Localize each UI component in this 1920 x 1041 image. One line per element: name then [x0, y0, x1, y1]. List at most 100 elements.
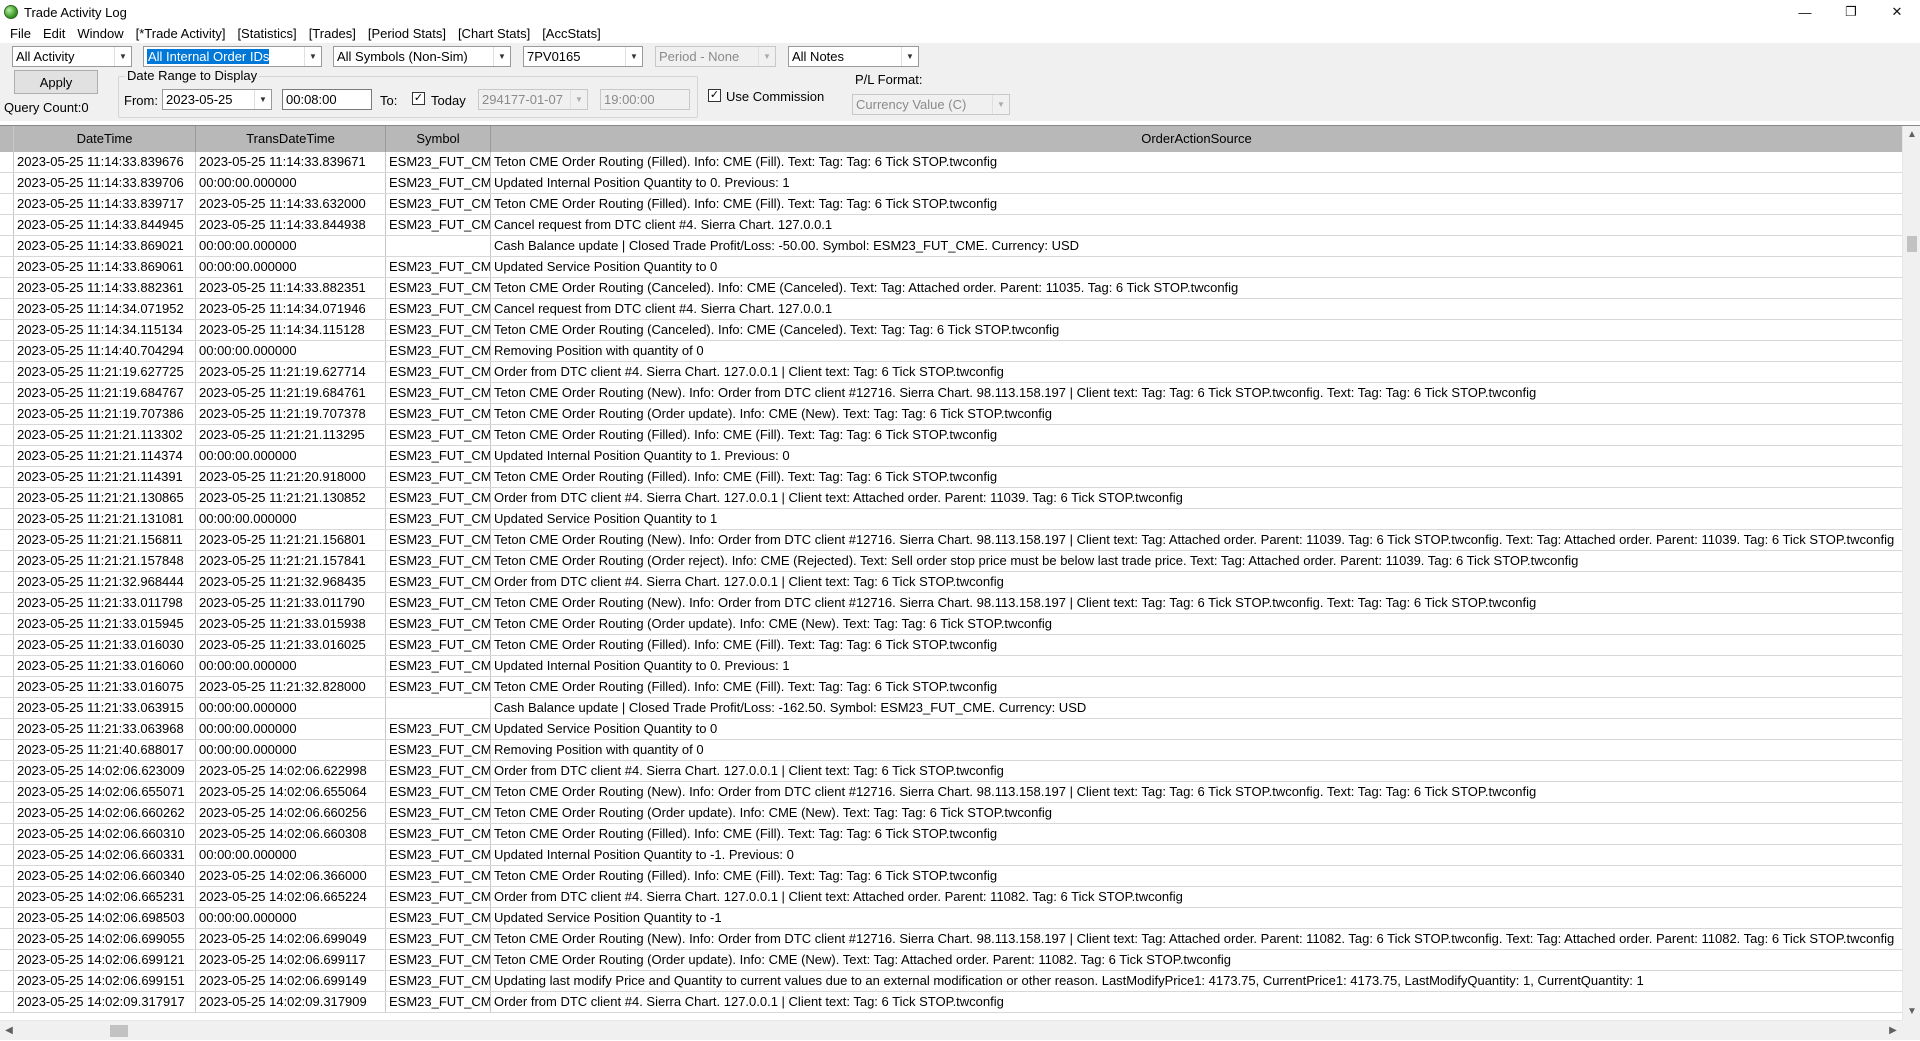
notes-select[interactable]: All Notes ▼: [788, 46, 919, 67]
menu-period-stats[interactable]: [Period Stats]: [362, 24, 452, 43]
row-selector[interactable]: [0, 278, 14, 298]
row-selector[interactable]: [0, 257, 14, 277]
table-row[interactable]: 2023-05-25 11:14:33.882361 2023-05-25 11:…: [0, 278, 1902, 299]
from-date-picker[interactable]: 2023-05-25 ▼: [162, 89, 272, 110]
row-selector[interactable]: [0, 299, 14, 319]
menu-statistics[interactable]: [Statistics]: [231, 24, 302, 43]
table-row[interactable]: 2023-05-25 11:14:33.839706 00:00:00.00000…: [0, 173, 1902, 194]
row-selector[interactable]: [0, 383, 14, 403]
table-row[interactable]: 2023-05-25 14:02:06.660331 00:00:00.00000…: [0, 845, 1902, 866]
table-row[interactable]: 2023-05-25 11:21:19.627725 2023-05-25 11:…: [0, 362, 1902, 383]
row-selector[interactable]: [0, 215, 14, 235]
vertical-scrollbar[interactable]: ▲ ▼: [1902, 126, 1920, 1021]
scroll-left-icon[interactable]: ◀: [0, 1021, 18, 1041]
symbol-select[interactable]: All Symbols (Non-Sim) ▼: [333, 46, 511, 67]
table-row[interactable]: 2023-05-25 11:21:32.968444 2023-05-25 11:…: [0, 572, 1902, 593]
column-header-symbol[interactable]: Symbol: [386, 126, 491, 152]
row-selector[interactable]: [0, 698, 14, 718]
table-row[interactable]: 2023-05-25 11:14:33.839676 2023-05-25 11:…: [0, 152, 1902, 173]
today-checkbox[interactable]: ✓: [412, 92, 425, 105]
order-id-select[interactable]: All Internal Order IDs ▼: [143, 46, 322, 67]
menu-trade-activity[interactable]: [*Trade Activity]: [130, 24, 232, 43]
table-row[interactable]: 2023-05-25 11:21:33.015945 2023-05-25 11:…: [0, 614, 1902, 635]
menu-accstats[interactable]: [AccStats]: [536, 24, 607, 43]
scroll-thumb[interactable]: [110, 1025, 128, 1037]
table-row[interactable]: 2023-05-25 11:21:21.131081 00:00:00.00000…: [0, 509, 1902, 530]
scroll-up-icon[interactable]: ▲: [1903, 126, 1920, 144]
from-time-field[interactable]: 00:08:00: [282, 89, 372, 110]
table-row[interactable]: 2023-05-25 11:21:21.130865 2023-05-25 11:…: [0, 488, 1902, 509]
table-row[interactable]: 2023-05-25 14:02:06.665231 2023-05-25 14:…: [0, 887, 1902, 908]
maximize-button[interactable]: ❐: [1828, 0, 1874, 24]
column-header-orderactionsource[interactable]: OrderActionSource: [491, 126, 1902, 152]
row-selector[interactable]: [0, 236, 14, 256]
row-selector[interactable]: [0, 719, 14, 739]
table-row[interactable]: 2023-05-25 11:21:21.157848 2023-05-25 11:…: [0, 551, 1902, 572]
row-selector[interactable]: [0, 467, 14, 487]
table-row[interactable]: 2023-05-25 11:21:33.011798 2023-05-25 11:…: [0, 593, 1902, 614]
scroll-right-icon[interactable]: ▶: [1884, 1021, 1902, 1041]
row-selector[interactable]: [0, 761, 14, 781]
table-row[interactable]: 2023-05-25 11:21:33.063915 00:00:00.00000…: [0, 698, 1902, 719]
table-row[interactable]: 2023-05-25 14:02:06.699055 2023-05-25 14:…: [0, 929, 1902, 950]
table-row[interactable]: 2023-05-25 11:14:34.071952 2023-05-25 11:…: [0, 299, 1902, 320]
row-selector[interactable]: [0, 362, 14, 382]
row-selector[interactable]: [0, 173, 14, 193]
menu-file[interactable]: File: [4, 24, 37, 43]
menu-chart-stats[interactable]: [Chart Stats]: [452, 24, 536, 43]
row-selector[interactable]: [0, 929, 14, 949]
table-row[interactable]: 2023-05-25 14:02:06.660340 2023-05-25 14:…: [0, 866, 1902, 887]
table-row[interactable]: 2023-05-25 11:21:40.688017 00:00:00.00000…: [0, 740, 1902, 761]
table-row[interactable]: 2023-05-25 14:02:06.655071 2023-05-25 14:…: [0, 782, 1902, 803]
table-row[interactable]: 2023-05-25 14:02:06.660262 2023-05-25 14:…: [0, 803, 1902, 824]
table-row[interactable]: 2023-05-25 14:02:09.317917 2023-05-25 14:…: [0, 992, 1902, 1013]
table-row[interactable]: 2023-05-25 11:21:19.707386 2023-05-25 11:…: [0, 404, 1902, 425]
menu-edit[interactable]: Edit: [37, 24, 71, 43]
table-row[interactable]: 2023-05-25 11:21:33.016075 2023-05-25 11:…: [0, 677, 1902, 698]
row-selector[interactable]: [0, 530, 14, 550]
table-row[interactable]: 2023-05-25 11:14:34.115134 2023-05-25 11:…: [0, 320, 1902, 341]
row-selector[interactable]: [0, 656, 14, 676]
table-row[interactable]: 2023-05-25 14:02:06.623009 2023-05-25 14:…: [0, 761, 1902, 782]
table-row[interactable]: 2023-05-25 11:21:33.016060 00:00:00.00000…: [0, 656, 1902, 677]
row-selector[interactable]: [0, 992, 14, 1012]
minimize-button[interactable]: —: [1782, 0, 1828, 24]
table-row[interactable]: 2023-05-25 11:21:21.114374 00:00:00.00000…: [0, 446, 1902, 467]
table-row[interactable]: 2023-05-25 14:02:06.699151 2023-05-25 14:…: [0, 971, 1902, 992]
row-selector[interactable]: [0, 824, 14, 844]
row-selector[interactable]: [0, 740, 14, 760]
row-selector[interactable]: [0, 152, 14, 172]
row-selector[interactable]: [0, 551, 14, 571]
row-selector[interactable]: [0, 593, 14, 613]
row-selector[interactable]: [0, 446, 14, 466]
row-selector[interactable]: [0, 635, 14, 655]
row-selector[interactable]: [0, 950, 14, 970]
table-row[interactable]: 2023-05-25 11:14:33.869021 00:00:00.00000…: [0, 236, 1902, 257]
table-row[interactable]: 2023-05-25 11:14:40.704294 00:00:00.00000…: [0, 341, 1902, 362]
row-selector[interactable]: [0, 488, 14, 508]
table-row[interactable]: 2023-05-25 14:02:06.699121 2023-05-25 14:…: [0, 950, 1902, 971]
horizontal-scrollbar[interactable]: ◀ ▶: [0, 1020, 1902, 1040]
row-selector[interactable]: [0, 908, 14, 928]
table-row[interactable]: 2023-05-25 11:14:33.844945 2023-05-25 11:…: [0, 215, 1902, 236]
row-selector[interactable]: [0, 320, 14, 340]
scroll-thumb[interactable]: [1907, 236, 1917, 252]
column-header-datetime[interactable]: DateTime: [14, 126, 196, 152]
table-row[interactable]: 2023-05-25 14:02:06.660310 2023-05-25 14:…: [0, 824, 1902, 845]
row-selector[interactable]: [0, 572, 14, 592]
row-selector[interactable]: [0, 425, 14, 445]
row-selector[interactable]: [0, 866, 14, 886]
row-selector[interactable]: [0, 614, 14, 634]
row-selector[interactable]: [0, 971, 14, 991]
table-row[interactable]: 2023-05-25 11:21:33.063968 00:00:00.00000…: [0, 719, 1902, 740]
row-selector[interactable]: [0, 404, 14, 424]
row-selector[interactable]: [0, 803, 14, 823]
table-row[interactable]: 2023-05-25 11:21:33.016030 2023-05-25 11:…: [0, 635, 1902, 656]
scroll-down-icon[interactable]: ▼: [1903, 1003, 1920, 1021]
table-row[interactable]: 2023-05-25 11:14:33.839717 2023-05-25 11:…: [0, 194, 1902, 215]
table-row[interactable]: 2023-05-25 14:02:06.698503 00:00:00.00000…: [0, 908, 1902, 929]
menu-trades[interactable]: [Trades]: [303, 24, 362, 43]
table-row[interactable]: 2023-05-25 11:21:21.156811 2023-05-25 11:…: [0, 530, 1902, 551]
close-button[interactable]: ✕: [1874, 0, 1920, 24]
row-selector[interactable]: [0, 194, 14, 214]
